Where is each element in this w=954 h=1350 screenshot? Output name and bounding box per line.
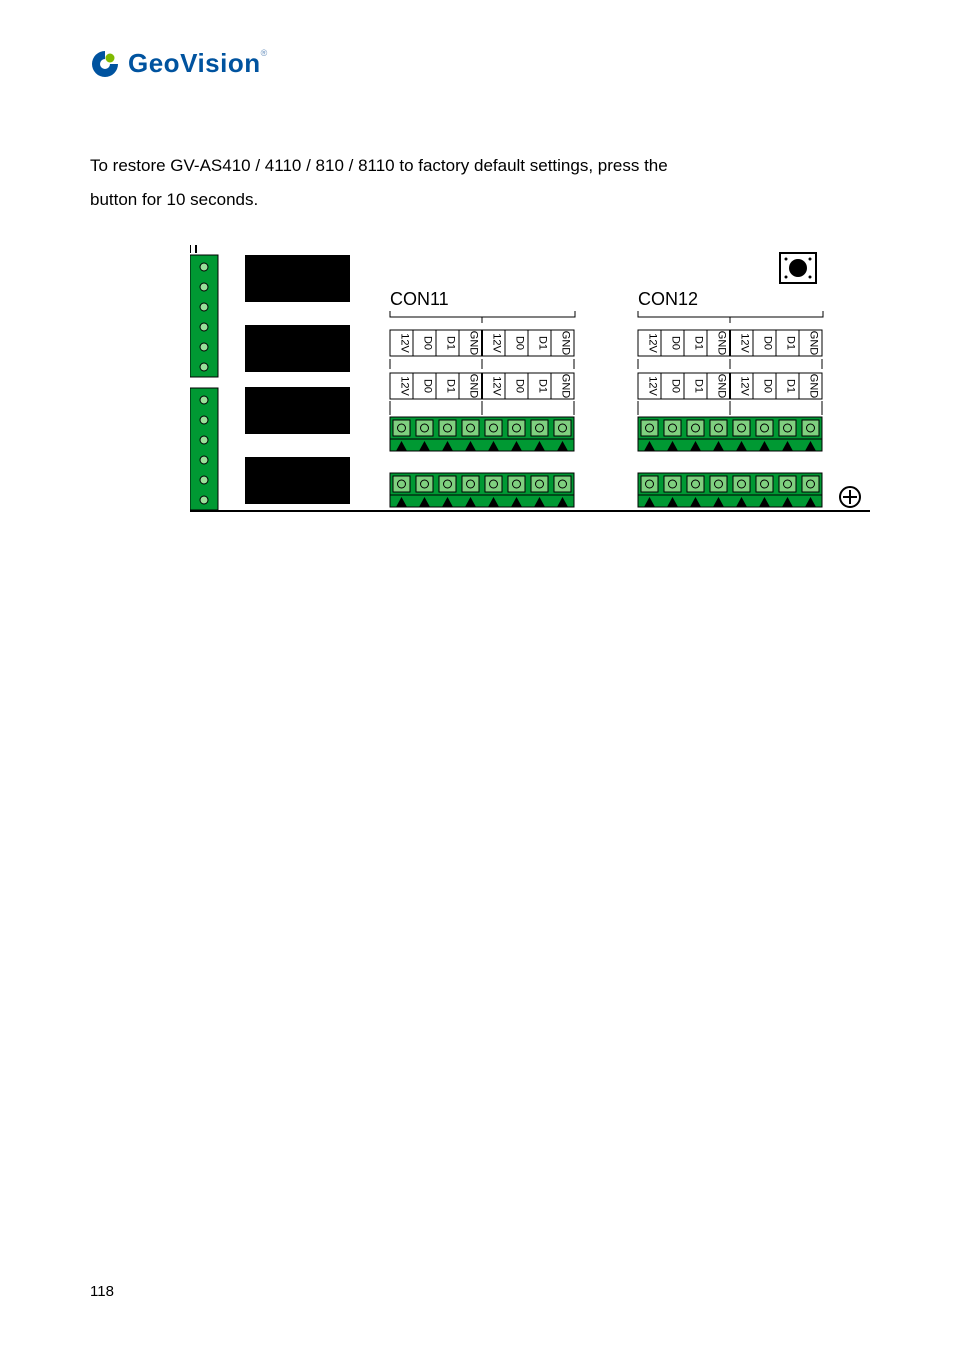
trademark-icon: ® [261, 48, 268, 58]
brand-name: GeoVision [128, 48, 261, 78]
con12-label: CON12 [638, 289, 698, 309]
svg-text:12V: 12V [739, 333, 751, 353]
svg-text:12V: 12V [739, 376, 751, 396]
svg-text:D0: D0 [762, 336, 774, 350]
svg-text:12V: 12V [647, 333, 659, 353]
logo-mark-icon [90, 49, 120, 79]
svg-text:GND: GND [560, 331, 572, 356]
svg-text:D0: D0 [422, 379, 434, 393]
svg-text:D1: D1 [445, 379, 457, 393]
svg-text:GND: GND [716, 374, 728, 399]
mounting-hole-icon [840, 487, 860, 507]
con11-label: CON11 [390, 289, 449, 309]
svg-text:D1: D1 [785, 379, 797, 393]
reset-button-icon [780, 253, 816, 283]
svg-text:D1: D1 [785, 336, 797, 350]
instruction-line1: To restore GV-AS410 / 4110 / 810 / 8110 … [90, 156, 668, 175]
svg-text:D0: D0 [514, 379, 526, 393]
svg-text:D1: D1 [693, 379, 705, 393]
instruction-text: To restore GV-AS410 / 4110 / 810 / 8110 … [90, 149, 864, 217]
svg-text:D0: D0 [422, 336, 434, 350]
svg-text:12V: 12V [399, 376, 411, 396]
header-logo: GeoVision® [90, 48, 864, 79]
svg-text:GND: GND [468, 331, 480, 356]
svg-text:GND: GND [808, 331, 820, 356]
page-number: 118 [90, 1283, 114, 1300]
svg-text:GND: GND [716, 331, 728, 356]
svg-text:12V: 12V [647, 376, 659, 396]
svg-text:D0: D0 [514, 336, 526, 350]
board-diagram: CON11 CON12 12V D0 D1 GND 12V D0 D1 GND [190, 245, 870, 520]
svg-text:D1: D1 [693, 336, 705, 350]
svg-text:D0: D0 [762, 379, 774, 393]
instruction-line2: button for 10 seconds. [90, 190, 258, 209]
svg-text:D0: D0 [670, 336, 682, 350]
svg-text:GND: GND [468, 374, 480, 399]
svg-text:12V: 12V [399, 333, 411, 353]
logo-text: GeoVision® [128, 48, 267, 79]
svg-text:D1: D1 [537, 379, 549, 393]
svg-text:12V: 12V [491, 376, 503, 396]
left-header-top [190, 255, 218, 377]
svg-text:GND: GND [808, 374, 820, 399]
svg-text:GND: GND [560, 374, 572, 399]
svg-text:D1: D1 [445, 336, 457, 350]
svg-text:D1: D1 [537, 336, 549, 350]
svg-text:12V: 12V [491, 333, 503, 353]
left-header-bottom [190, 388, 218, 510]
svg-text:D0: D0 [670, 379, 682, 393]
